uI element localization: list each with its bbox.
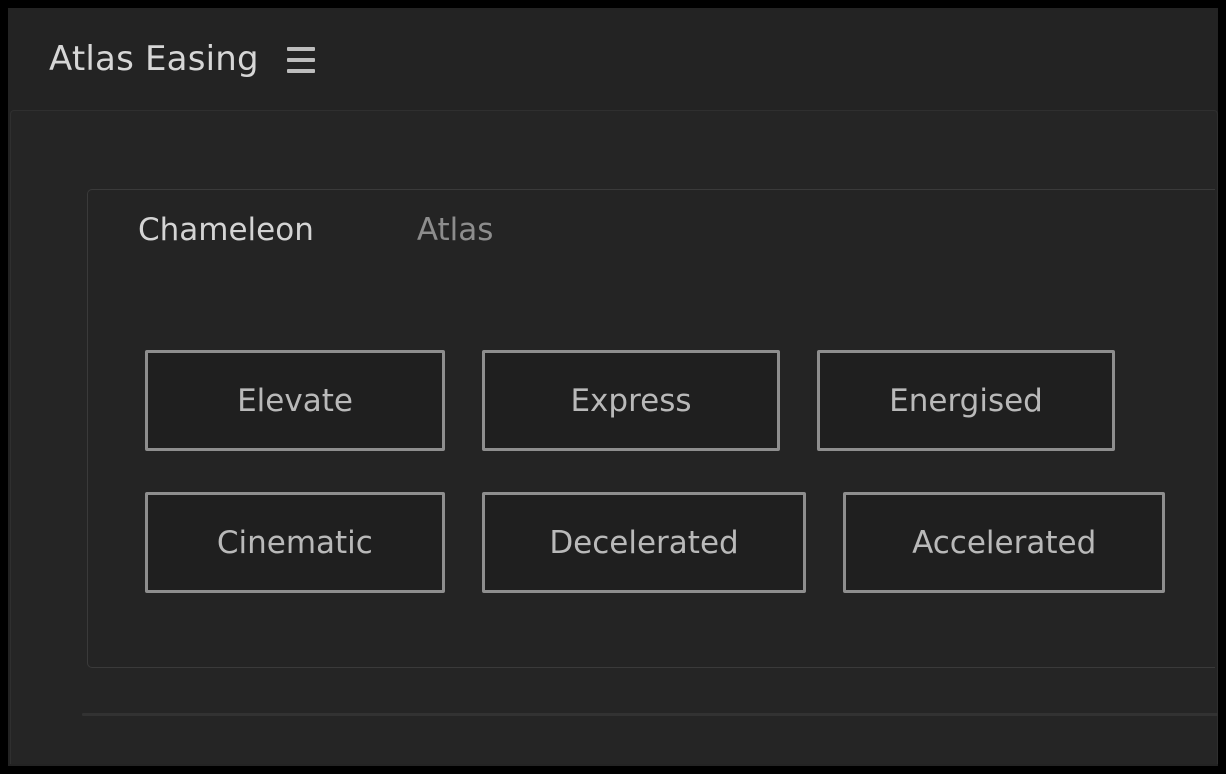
easing-button-express[interactable]: Express bbox=[482, 350, 780, 451]
easing-button-grid: Elevate Express Energised Cinematic Dece… bbox=[145, 350, 1165, 593]
tab-atlas[interactable]: Atlas bbox=[417, 215, 494, 264]
easing-button-decelerated[interactable]: Decelerated bbox=[481, 492, 807, 593]
app-header: Atlas Easing bbox=[8, 8, 1218, 110]
tab-bar: Chameleon Atlas bbox=[138, 215, 493, 264]
tab-chameleon[interactable]: Chameleon bbox=[138, 215, 314, 264]
hamburger-bar-bottom bbox=[286, 69, 315, 73]
hamburger-bar-middle bbox=[286, 58, 315, 62]
app-frame: Atlas Easing Chameleon Atlas Elevate Exp… bbox=[0, 0, 1226, 774]
easing-button-elevate[interactable]: Elevate bbox=[145, 350, 445, 451]
easing-button-energised[interactable]: Energised bbox=[817, 350, 1115, 451]
tab-chameleon-label: Chameleon bbox=[138, 212, 314, 248]
hamburger-menu-icon[interactable] bbox=[286, 41, 321, 77]
easing-button-row-2: Cinematic Decelerated Accelerated bbox=[145, 492, 1165, 593]
tab-atlas-label: Atlas bbox=[416, 212, 494, 248]
content-container: Chameleon Atlas Elevate Express Energise… bbox=[10, 110, 1218, 764]
bottom-divider bbox=[82, 713, 1218, 716]
page-title: Atlas Easing bbox=[49, 39, 259, 79]
easing-button-cinematic[interactable]: Cinematic bbox=[145, 492, 445, 593]
hamburger-bar-top bbox=[286, 47, 315, 51]
easing-panel: Chameleon Atlas Elevate Express Energise… bbox=[87, 189, 1215, 668]
easing-button-row-1: Elevate Express Energised bbox=[145, 350, 1165, 451]
easing-button-accelerated[interactable]: Accelerated bbox=[843, 492, 1165, 593]
app-window: Atlas Easing Chameleon Atlas Elevate Exp… bbox=[8, 8, 1218, 766]
